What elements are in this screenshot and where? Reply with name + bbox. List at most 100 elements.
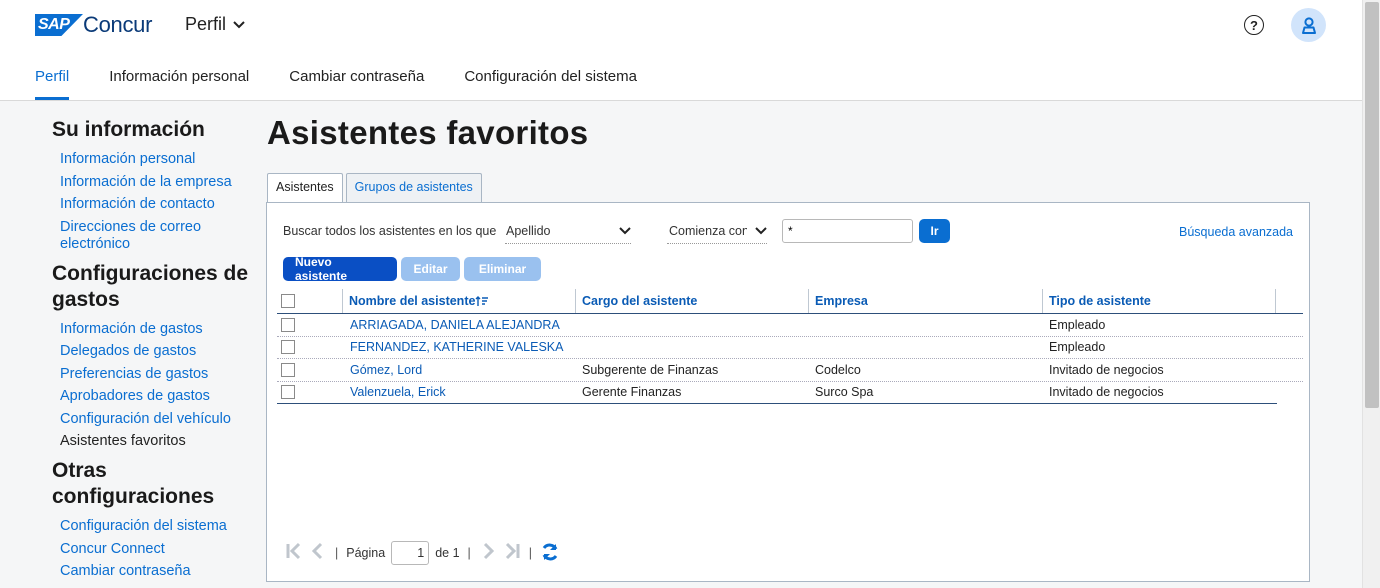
search-field-select[interactable]: Apellido xyxy=(505,219,631,244)
sidebar-item-concur-connect[interactable]: Concur Connect xyxy=(52,541,252,558)
select-all-checkbox[interactable] xyxy=(281,294,295,308)
user-avatar[interactable] xyxy=(1291,8,1326,42)
edit-button[interactable]: Editar xyxy=(401,257,460,281)
column-header-cargo[interactable]: Cargo del asistente xyxy=(576,289,809,313)
search-bar: Buscar todos los asistentes en los que A… xyxy=(283,219,1293,245)
new-attendee-button[interactable]: Nuevo asistente xyxy=(283,255,397,283)
delete-button[interactable]: Eliminar xyxy=(464,257,541,281)
attendee-name-link[interactable]: ARRIAGADA, DANIELA ALEJANDRA xyxy=(343,314,576,336)
user-icon xyxy=(1301,16,1316,34)
row-checkbox[interactable] xyxy=(281,317,295,332)
sidebar-item-informacion-contacto[interactable]: Información de contacto xyxy=(52,196,252,213)
scrollbar-thumb[interactable] xyxy=(1365,2,1379,408)
page-count-label: de 1 xyxy=(435,546,460,560)
attendee-title-cell: Gerente Finanzas xyxy=(582,385,682,400)
attendees-panel: Buscar todos los asistentes en los que A… xyxy=(266,202,1310,582)
attendee-title-cell: Subgerente de Finanzas xyxy=(582,362,719,377)
sidebar-item-aprobadores-gastos[interactable]: Aprobadores de gastos xyxy=(52,388,252,405)
sap-logo: SAP xyxy=(35,14,83,36)
help-icon[interactable]: ? xyxy=(1244,15,1264,35)
attendees-table: Nombre del asistente Cargo del asistente… xyxy=(277,289,1303,404)
select-all-cell xyxy=(277,289,343,313)
row-checkbox[interactable] xyxy=(281,362,295,377)
sidebar-item-direcciones-correo[interactable]: Direcciones de correo electrónico xyxy=(52,219,252,253)
tab-cambiar-contrasena[interactable]: Cambiar contraseña xyxy=(289,62,424,100)
sidebar-item-delegados-gastos[interactable]: Delegados de gastos xyxy=(52,343,252,360)
search-label: Buscar todos los asistentes en los que xyxy=(283,224,497,238)
pagination: | Página 1 de 1 | | xyxy=(285,541,560,565)
sidebar-item-informacion-empresa[interactable]: Información de la empresa xyxy=(52,174,252,191)
help-glyph: ? xyxy=(1250,17,1258,33)
first-page-icon[interactable] xyxy=(285,542,303,564)
row-checkbox[interactable] xyxy=(281,340,295,355)
sidebar-item-informacion-personal[interactable]: Información personal xyxy=(52,151,252,168)
attendee-company-cell xyxy=(809,337,1043,359)
row-select-cell xyxy=(277,314,343,336)
profile-tabs: Perfil Información personal Cambiar cont… xyxy=(35,62,677,101)
attendee-type-cell: Invitado de negocios xyxy=(1049,385,1164,400)
attendee-type-cell: Empleado xyxy=(1049,340,1106,355)
search-operator-value: Comienza con xyxy=(669,224,747,238)
table-header: Nombre del asistente Cargo del asistente… xyxy=(277,289,1303,314)
action-buttons: Nuevo asistente Editar Eliminar xyxy=(283,255,541,283)
top-bar: SAP Concur Perfil ? Perfil Información p… xyxy=(0,0,1362,101)
chevron-down-icon xyxy=(619,227,631,235)
attendee-title-cell xyxy=(576,314,809,336)
page-scrollbar[interactable] xyxy=(1362,0,1380,588)
concur-logo[interactable]: SAP Concur xyxy=(35,12,152,37)
next-page-icon[interactable] xyxy=(479,542,497,564)
column-header-label: Nombre del asistente xyxy=(349,294,476,308)
attendee-company-cell: Surco Spa xyxy=(815,385,874,400)
tab-informacion-personal[interactable]: Información personal xyxy=(109,62,249,100)
sort-ascending-icon xyxy=(475,295,489,306)
table-row[interactable]: Gómez, Lord Subgerente de Finanzas Codel… xyxy=(277,359,1303,382)
column-header-empresa[interactable]: Empresa xyxy=(809,289,1043,313)
sidebar: Su información Información personal Info… xyxy=(52,117,252,588)
attendee-company-cell: Codelco xyxy=(815,362,861,377)
tab-grupos-asistentes[interactable]: Grupos de asistentes xyxy=(345,173,482,203)
sidebar-item-configuracion-vehiculo[interactable]: Configuración del vehículo xyxy=(52,411,252,428)
row-select-cell xyxy=(277,337,343,359)
sidebar-item-informacion-gastos[interactable]: Información de gastos xyxy=(52,321,252,338)
attendee-title-cell xyxy=(576,337,809,359)
sidebar-item-asistentes-favoritos[interactable]: Asistentes favoritos xyxy=(52,433,252,450)
tab-asistentes[interactable]: Asistentes xyxy=(267,173,343,203)
sidebar-heading: Configuraciones de gastos xyxy=(52,261,249,311)
search-input[interactable] xyxy=(782,219,913,243)
sidebar-item-preferencias-gastos[interactable]: Preferencias de gastos xyxy=(52,366,252,383)
table-row[interactable]: ARRIAGADA, DANIELA ALEJANDRA Empleado xyxy=(277,314,1303,337)
row-checkbox[interactable] xyxy=(281,385,295,400)
sidebar-heading: Otras configuraciones xyxy=(52,459,215,508)
page-number-input[interactable]: 1 xyxy=(391,541,430,565)
refresh-icon[interactable] xyxy=(540,542,560,565)
table-row[interactable]: FERNANDEZ, KATHERINE VALESKA Empleado xyxy=(277,337,1303,359)
attendee-name-link[interactable]: Valenzuela, Erick xyxy=(343,382,576,404)
sidebar-section-su-informacion: Su información Información personal Info… xyxy=(52,117,252,253)
go-button[interactable]: Ir xyxy=(919,219,950,243)
attendee-name-link[interactable]: FERNANDEZ, KATHERINE VALESKA xyxy=(343,337,576,359)
table-row[interactable]: Valenzuela, Erick Gerente Finanzas Surco… xyxy=(277,382,1277,404)
advanced-search-link[interactable]: Búsqueda avanzada xyxy=(1179,225,1293,239)
attendee-type-cell: Invitado de negocios xyxy=(1049,362,1164,377)
page-title: Asistentes favoritos xyxy=(267,114,589,151)
attendee-company-cell xyxy=(809,314,1043,336)
profile-menu[interactable]: Perfil xyxy=(185,14,246,35)
search-operator-select[interactable]: Comienza con xyxy=(667,219,767,244)
column-header-nombre[interactable]: Nombre del asistente xyxy=(343,289,576,313)
attendee-name-link[interactable]: Gómez, Lord xyxy=(343,359,576,381)
tab-configuracion-sistema[interactable]: Configuración del sistema xyxy=(464,62,637,100)
page-label: Página xyxy=(346,546,386,560)
sidebar-section-otras-configuraciones: Otras configuraciones Configuración del … xyxy=(52,458,252,580)
pager-separator: | xyxy=(528,546,533,560)
chevron-down-icon xyxy=(755,227,767,235)
sidebar-section-configuraciones-gastos: Configuraciones de gastos Información de… xyxy=(52,261,252,451)
last-page-icon[interactable] xyxy=(503,542,521,564)
sidebar-item-cambiar-contrasena[interactable]: Cambiar contraseña xyxy=(52,563,252,580)
profile-menu-label: Perfil xyxy=(185,14,227,34)
sidebar-item-configuracion-sistema[interactable]: Configuración del sistema xyxy=(52,518,252,535)
column-header-tipo[interactable]: Tipo de asistente xyxy=(1043,289,1276,313)
tab-perfil[interactable]: Perfil xyxy=(35,62,70,100)
previous-page-icon[interactable] xyxy=(309,542,327,564)
search-field-value: Apellido xyxy=(506,224,551,238)
attendee-type-cell: Empleado xyxy=(1049,317,1106,332)
